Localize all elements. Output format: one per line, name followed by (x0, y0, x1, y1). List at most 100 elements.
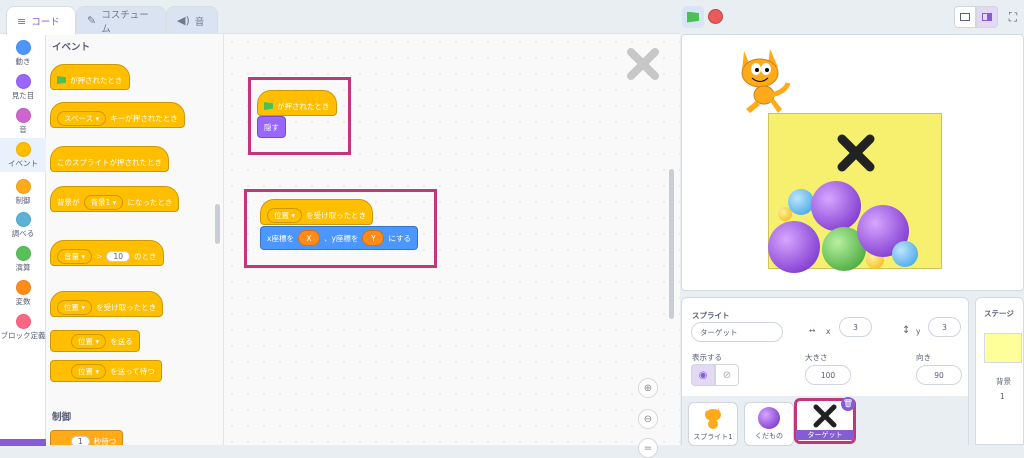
palette-scrollbar[interactable] (215, 204, 220, 244)
zoom-out-button[interactable]: ⊖ (638, 409, 658, 429)
wait-seconds-input[interactable]: 1 (71, 435, 90, 445)
when-sprite-clicked-block[interactable]: このスプライトが押されたとき (50, 146, 169, 172)
zoom-reset-button[interactable]: = (638, 438, 658, 458)
fullscreen-icon: ⛶ (1008, 9, 1018, 24)
events-dot-icon (15, 142, 31, 157)
fruit-ball (768, 221, 820, 273)
small-stage-icon (960, 13, 970, 21)
y-variable-reporter[interactable]: Y (362, 230, 385, 246)
receive-dropdown[interactable]: 位置 ▾ (57, 299, 93, 315)
backdrop-count: 1 (1000, 392, 1005, 401)
stop-icon[interactable] (708, 9, 723, 24)
hide-button[interactable]: ⊘ (715, 364, 739, 386)
y-label: y (916, 327, 921, 336)
tab-sounds[interactable]: ◀) 音 (166, 6, 218, 34)
looks-dot-icon (15, 74, 31, 89)
zoom-reset-icon: = (643, 442, 653, 454)
threshold-input[interactable]: 10 (106, 250, 130, 262)
fruit-ball (778, 207, 792, 221)
y-axis-icon: ↕ (902, 325, 911, 336)
normal-stage-button[interactable] (976, 6, 998, 28)
delete-sprite-icon[interactable]: 🗑 (841, 397, 855, 411)
when-flag-clicked-block[interactable]: が押されたとき (50, 64, 130, 90)
sprite-tile-cat[interactable]: スプライト1 (688, 402, 738, 446)
category-menu: 動き 見た目 音 イベント 制御 調べる 演算 変数 ブロック定義 (0, 33, 46, 446)
green-flag-button[interactable] (682, 6, 704, 28)
stage-selector-panel[interactable]: ステージ 背景 1 (975, 297, 1024, 445)
events-heading: イベント (52, 42, 91, 53)
direction-label: 向き (916, 353, 931, 362)
eye-off-icon: ⊘ (722, 369, 732, 381)
category-looks[interactable]: 見た目 (0, 74, 46, 100)
when-greater-than-block[interactable]: 音量 ▾ > 10 のとき (50, 240, 164, 266)
sprite-thumbnail-icon (627, 48, 659, 80)
backdrop-dropdown[interactable]: 背景1 ▾ (83, 194, 124, 210)
key-dropdown[interactable]: スペース ▾ (57, 110, 107, 126)
stage-canvas[interactable] (681, 34, 1024, 291)
script-goto-xy[interactable]: x座標を X 、y座標を Y にする (260, 226, 418, 250)
broadcast-wait-dropdown[interactable]: 位置 ▾ (71, 363, 107, 379)
x-variable-reporter[interactable]: X (297, 230, 320, 246)
category-sound[interactable]: 音 (0, 108, 46, 134)
green-flag-icon (264, 102, 273, 110)
fruit-ball (892, 241, 918, 267)
cat-thumbnail-icon (705, 408, 721, 429)
sprite-label: スプライト (692, 311, 730, 320)
script-hide-block[interactable]: 隠す (257, 116, 286, 138)
category-sensing[interactable]: 調べる (0, 212, 46, 238)
code-scrollbar[interactable] (669, 169, 674, 319)
sensor-dropdown[interactable]: 音量 ▾ (57, 248, 93, 264)
broadcast-and-wait-block[interactable]: 位置 ▾ を送って待つ (50, 360, 162, 382)
size-label: 大きさ (805, 353, 828, 362)
script-when-flag-clicked[interactable]: が押されたとき (257, 90, 337, 116)
zoom-out-icon: ⊖ (643, 413, 653, 425)
wait-block[interactable]: 1 秒待つ (50, 430, 124, 445)
show-label: 表示する (692, 353, 722, 362)
motion-dot-icon (15, 40, 31, 55)
sprite-info-panel: スプライト ターゲット ↔ x 3 ↕ y 3 表示する ◉ ⊘ 大きさ 100… (681, 297, 969, 446)
direction-input[interactable]: 90 (916, 365, 962, 385)
fruit-ball (811, 181, 861, 231)
when-receive-block[interactable]: 位置 ▾ を受け取ったとき (50, 291, 164, 317)
green-flag-icon (57, 76, 66, 84)
target-x-icon (837, 134, 875, 172)
broadcast-dropdown[interactable]: 位置 ▾ (71, 333, 107, 349)
script-receive-dropdown[interactable]: 位置 ▾ (267, 207, 303, 223)
fruit-thumbnail-icon (758, 407, 780, 429)
sprite-tile-fruit[interactable]: くだもの (744, 402, 794, 446)
stage-header: ⛶ (680, 0, 1024, 34)
when-backdrop-switches-block[interactable]: 背景が 背景1 ▾ になったとき (50, 186, 180, 212)
x-position-input[interactable]: 3 (839, 317, 872, 337)
x-axis-icon: ↔ (809, 326, 816, 335)
sprite-list: スプライト1 くだもの ターゲット 🗑 (682, 396, 968, 446)
size-input[interactable]: 100 (805, 365, 851, 385)
category-control[interactable]: 制御 (0, 179, 46, 205)
cat-sprite[interactable] (734, 43, 794, 117)
y-position-input[interactable]: 3 (928, 317, 961, 337)
show-button[interactable]: ◉ (691, 364, 715, 386)
when-key-pressed-block[interactable]: スペース ▾ キーが押されたとき (50, 102, 185, 128)
backdrop-thumbnail[interactable] (984, 333, 1022, 363)
operators-dot-icon (15, 246, 31, 261)
target-thumbnail-icon (813, 404, 837, 428)
script-area[interactable]: が押されたとき 隠す 位置 ▾ を受け取ったとき x座標を X 、y座標を Y … (224, 33, 680, 458)
category-motion[interactable]: 動き (0, 40, 46, 66)
small-stage-button[interactable] (954, 6, 976, 28)
speaker-icon: ◀) (177, 14, 190, 27)
zoom-in-button[interactable]: ⊕ (638, 378, 658, 398)
broadcast-block[interactable]: 位置 ▾ を送る (50, 330, 140, 352)
sprite-name-input[interactable]: ターゲット (691, 322, 783, 342)
normal-stage-icon (982, 13, 992, 21)
block-palette: イベント が押されたとき スペース ▾ キーが押されたとき このスプライトが押さ… (46, 33, 224, 445)
sprite-tile-target[interactable]: ターゲット 🗑 (794, 397, 856, 444)
tab-costumes[interactable]: ✎ コスチューム (76, 6, 166, 35)
script-when-receive[interactable]: 位置 ▾ を受け取ったとき (260, 199, 374, 225)
fruit-ball (788, 189, 814, 215)
fullscreen-button[interactable]: ⛶ (1002, 6, 1024, 28)
category-events[interactable]: イベント (0, 138, 46, 172)
category-my-blocks[interactable]: ブロック定義 (0, 314, 46, 340)
category-operators[interactable]: 演算 (0, 246, 46, 272)
category-variables[interactable]: 変数 (0, 280, 46, 306)
tab-code[interactable]: ≡ コード (6, 6, 76, 35)
green-flag-icon (687, 11, 699, 23)
